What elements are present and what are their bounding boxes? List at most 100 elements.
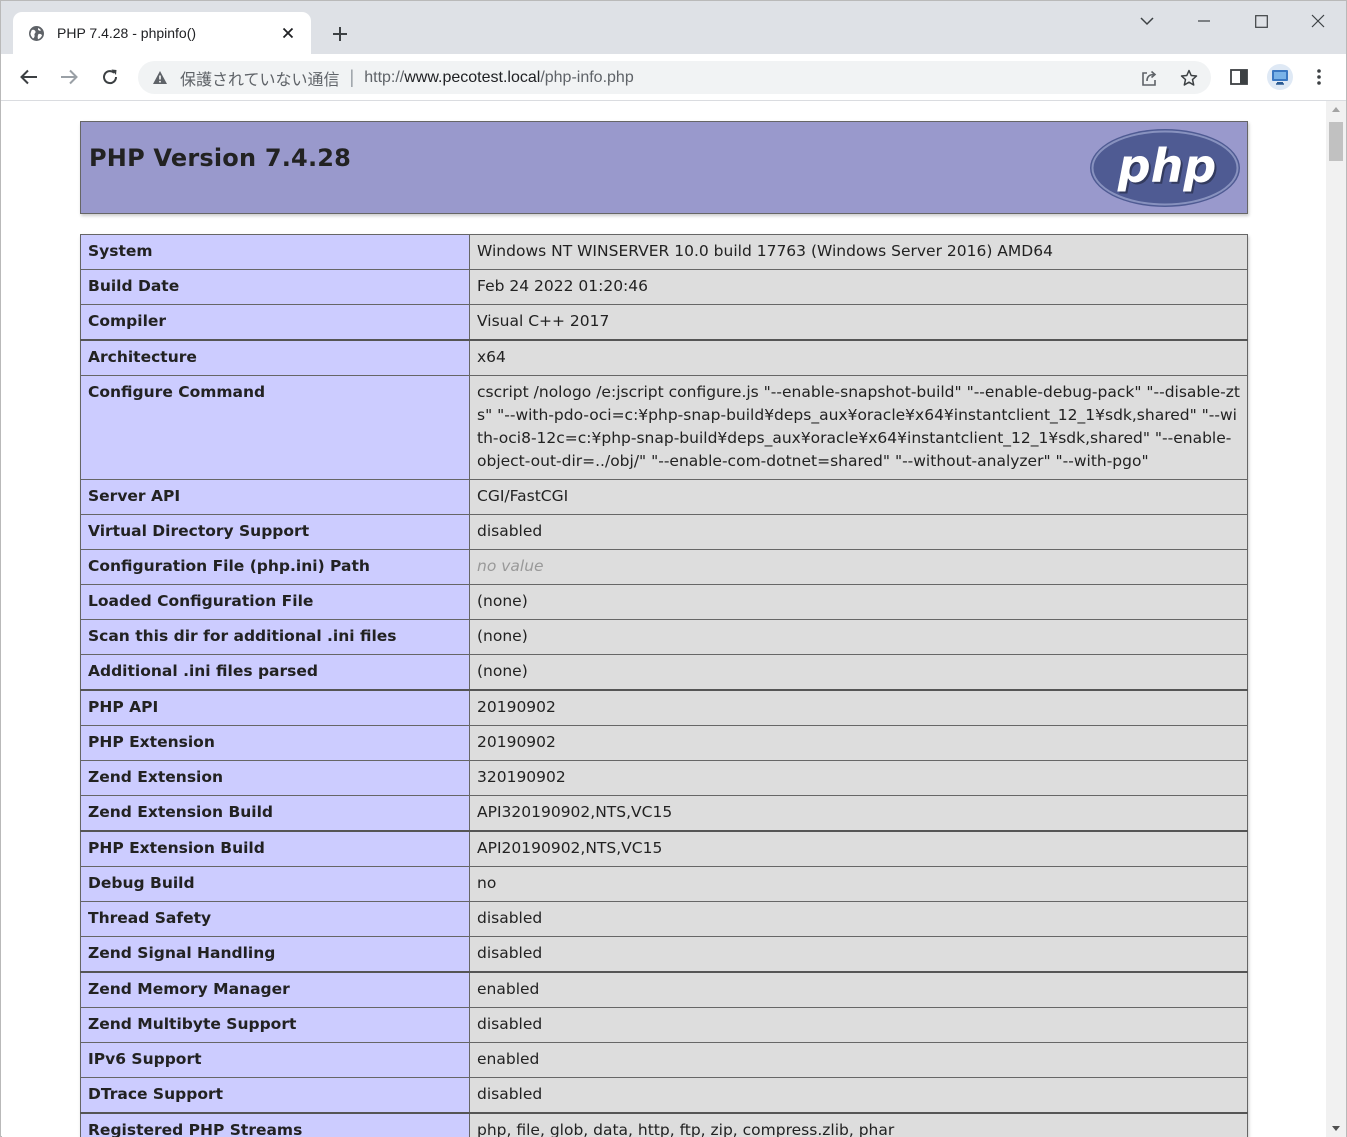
info-table: System Windows NT WINSERVER 10.0 build 17… xyxy=(80,234,1248,1137)
table-row: Scan this dir for additional .ini files(… xyxy=(80,619,1248,655)
setting-name: Scan this dir for additional .ini files xyxy=(80,619,470,655)
table-row: Zend Memory Manager enabled xyxy=(80,971,1248,1008)
setting-name: Loaded Configuration File xyxy=(80,584,470,620)
table-row: Zend Extension 320190902 xyxy=(80,760,1248,796)
profile-avatar[interactable] xyxy=(1267,64,1293,90)
php-logo[interactable]: php php xyxy=(1089,128,1241,208)
table-row: Registered PHP Streams php, file, glob, d… xyxy=(80,1112,1248,1137)
browser-window: PHP 7.4.28 - phpinfo() 保護されていない通信 | http… xyxy=(0,0,1347,1137)
php-logo-text: php xyxy=(1117,139,1217,193)
close-tab-icon[interactable] xyxy=(279,24,297,42)
scroll-down-arrow-icon[interactable] xyxy=(1326,1120,1346,1137)
setting-name: Configure Command xyxy=(80,375,470,480)
setting-name: Zend Extension xyxy=(80,760,470,796)
setting-value: Visual C++ 2017 xyxy=(469,304,1248,341)
forward-arrow-icon[interactable] xyxy=(56,64,82,90)
address-separator: | xyxy=(349,67,355,87)
back-arrow-icon[interactable] xyxy=(16,64,42,90)
table-row: Loaded Configuration File (none) xyxy=(80,584,1248,620)
url-path: /php-info.php xyxy=(540,68,634,86)
setting-name: Configuration File (php.ini) Path xyxy=(80,549,470,585)
kebab-menu-icon[interactable] xyxy=(1306,64,1332,90)
setting-value: Windows NT WINSERVER 10.0 build 17763 (W… xyxy=(469,234,1248,270)
tab-phpinfo[interactable]: PHP 7.4.28 - phpinfo() xyxy=(13,12,311,54)
close-window-button[interactable] xyxy=(1298,7,1338,35)
reload-icon[interactable] xyxy=(97,64,123,90)
setting-name: DTrace Support xyxy=(80,1077,470,1114)
tab-strip: PHP 7.4.28 - phpinfo() xyxy=(1,1,1346,54)
tab-title: PHP 7.4.28 - phpinfo() xyxy=(57,25,197,41)
tab-search-icon[interactable] xyxy=(1127,7,1167,35)
setting-name: Compiler xyxy=(80,304,470,341)
table-row: Configuration File (php.ini) Path no valu… xyxy=(80,549,1248,585)
setting-value: (none) xyxy=(469,584,1248,620)
setting-value: 20190902 xyxy=(469,689,1248,726)
page-viewport[interactable]: PHP Version 7.4.28 php php System Windows… xyxy=(2,101,1326,1137)
setting-value: disabled xyxy=(469,901,1248,937)
setting-name: Zend Multibyte Support xyxy=(80,1007,470,1043)
table-row: Build Date Feb 24 2022 01:20:46 xyxy=(80,269,1248,305)
new-tab-button[interactable] xyxy=(327,21,353,47)
setting-name: Thread Safety xyxy=(80,901,470,937)
url-host: www.pecotest.local xyxy=(404,68,541,86)
setting-value: php, file, glob, data, http, ftp, zip, c… xyxy=(469,1112,1248,1137)
setting-name: Build Date xyxy=(80,269,470,305)
address-bar[interactable]: 保護されていない通信 | http://www.pecotest.local/p… xyxy=(138,61,1211,94)
setting-name: Virtual Directory Support xyxy=(80,514,470,550)
table-row: Thread Safety disabled xyxy=(80,901,1248,937)
setting-name: IPv6 Support xyxy=(80,1042,470,1078)
setting-value: CGI/FastCGI xyxy=(469,479,1248,515)
setting-name: Server API xyxy=(80,479,470,515)
table-row: Additional .ini files parsed (none) xyxy=(80,654,1248,691)
setting-name: Architecture xyxy=(80,339,470,376)
table-row: Compiler Visual C++ 2017 xyxy=(80,304,1248,341)
setting-value: cscript /nologo /e:jscript configure.js … xyxy=(469,375,1248,480)
warning-icon[interactable] xyxy=(151,69,169,87)
minimize-button[interactable] xyxy=(1184,7,1224,35)
bookmark-star-icon[interactable] xyxy=(1179,68,1199,88)
table-row: Zend Signal Handling disabled xyxy=(80,936,1248,973)
globe-icon xyxy=(28,25,45,42)
scroll-up-arrow-icon[interactable] xyxy=(1326,101,1346,118)
setting-value: disabled xyxy=(469,1077,1248,1114)
setting-name: PHP Extension Build xyxy=(80,830,470,867)
setting-name: PHP Extension xyxy=(80,725,470,761)
vertical-scrollbar[interactable] xyxy=(1326,101,1346,1137)
setting-value: disabled xyxy=(469,936,1248,973)
url-scheme: http:// xyxy=(364,68,405,86)
table-row: Zend Multibyte Support disabled xyxy=(80,1007,1248,1043)
setting-value: 320190902 xyxy=(469,760,1248,796)
phpinfo-header: PHP Version 7.4.28 php php xyxy=(80,121,1248,214)
security-label: 保護されていない通信 xyxy=(180,71,340,89)
setting-name: Additional .ini files parsed xyxy=(80,654,470,691)
setting-name: Debug Build xyxy=(80,866,470,902)
scrollbar-thumb[interactable] xyxy=(1329,122,1343,161)
table-row: Server API CGI/FastCGI xyxy=(80,479,1248,515)
setting-value: (none) xyxy=(469,654,1248,691)
no-value-text: no value xyxy=(477,557,544,575)
setting-value: disabled xyxy=(469,514,1248,550)
setting-value: enabled xyxy=(469,971,1248,1008)
table-row: PHP Extension Build API20190902,NTS,VC15 xyxy=(80,830,1248,867)
setting-value: API20190902,NTS,VC15 xyxy=(469,830,1248,867)
share-icon[interactable] xyxy=(1139,68,1159,88)
setting-name: Zend Signal Handling xyxy=(80,936,470,973)
table-row: IPv6 Support enabled xyxy=(80,1042,1248,1078)
table-row: Zend Extension Build API320190902,NTS,VC1… xyxy=(80,795,1248,832)
table-row: DTrace Support disabled xyxy=(80,1077,1248,1114)
setting-value: API320190902,NTS,VC15 xyxy=(469,795,1248,832)
url-text[interactable]: http://www.pecotest.local/php-info.php xyxy=(364,69,634,87)
maximize-button[interactable] xyxy=(1241,7,1281,35)
setting-value: 20190902 xyxy=(469,725,1248,761)
table-row: Architecture x64 xyxy=(80,339,1248,376)
table-row: PHP API 20190902 xyxy=(80,689,1248,726)
table-row: PHP Extension 20190902 xyxy=(80,725,1248,761)
side-panel-icon[interactable] xyxy=(1226,64,1252,90)
setting-value: Feb 24 2022 01:20:46 xyxy=(469,269,1248,305)
table-row: Configure Command cscript /nologo /e:jscr… xyxy=(80,375,1248,480)
page-title: PHP Version 7.4.28 xyxy=(89,144,352,172)
setting-name: Zend Extension Build xyxy=(80,795,470,832)
setting-value: x64 xyxy=(469,339,1248,376)
setting-value: enabled xyxy=(469,1042,1248,1078)
browser-toolbar: 保護されていない通信 | http://www.pecotest.local/p… xyxy=(1,54,1346,101)
